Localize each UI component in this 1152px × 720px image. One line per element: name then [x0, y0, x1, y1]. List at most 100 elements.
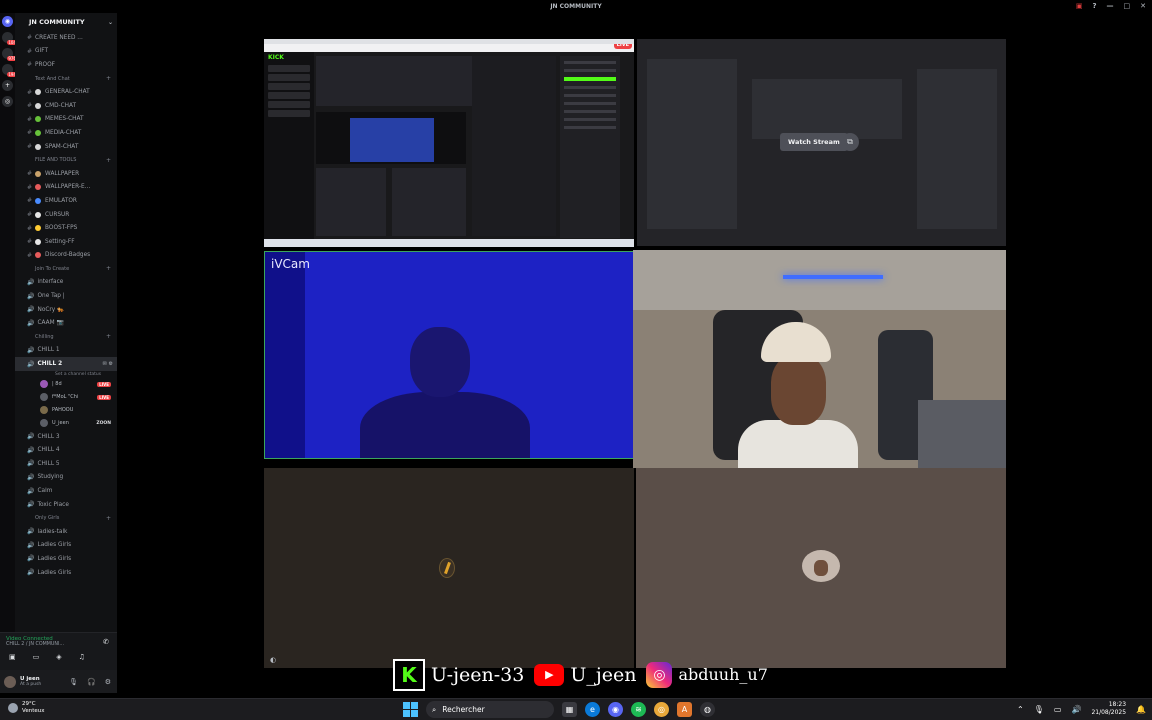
channel-item[interactable]: 🔊 One Tap |	[15, 289, 117, 303]
clock[interactable]: 18:23 21/08/2025	[1091, 701, 1126, 717]
server-icon[interactable]: 194	[2, 64, 17, 77]
maximize-button[interactable]: □	[1124, 2, 1131, 10]
discord-home-icon[interactable]: ◉	[2, 16, 13, 27]
channel-item[interactable]: # CREATE NEED ...	[15, 31, 117, 45]
voice-channel-chill-2[interactable]: 🔊 CHILL 2 ✉ ⚙	[15, 357, 117, 371]
search-input[interactable]: ⌕ Rechercher	[426, 701, 554, 718]
explore-icon[interactable]: ◎	[2, 96, 13, 107]
channel-item[interactable]: # Discord-Badges	[15, 249, 117, 263]
server-header[interactable]: JN COMMUNITY ⌄	[15, 13, 117, 31]
close-button[interactable]: ✕	[1140, 2, 1146, 10]
channel-item[interactable]: 🔊 Ladies Girls	[15, 552, 117, 566]
server-icon[interactable]: 976	[2, 48, 17, 61]
server-icon[interactable]: 104	[2, 32, 17, 45]
channel-item[interactable]: # WALLPAPER-E...	[15, 181, 117, 195]
soundboard-icon[interactable]: ◐	[270, 656, 276, 664]
add-channel-icon[interactable]: +	[106, 515, 111, 522]
volume-icon[interactable]: 🔊	[1071, 705, 1081, 714]
category-chilling[interactable]: Chilling +	[15, 330, 117, 344]
disconnect-icon[interactable]: ✆	[103, 638, 109, 646]
watch-stream-button[interactable]: Watch Stream	[780, 133, 848, 151]
microphone-icon[interactable]: 🎙	[1034, 705, 1044, 714]
edge-icon[interactable]: e	[585, 702, 600, 717]
channel-item[interactable]: 🔊 NoCry 🐅	[15, 303, 117, 317]
obs-icon[interactable]: ◍	[700, 702, 715, 717]
gear-icon[interactable]: ⚙	[105, 678, 111, 686]
voice-user[interactable]: | 8d LIVE	[15, 378, 117, 391]
category-only-girls[interactable]: Only Girls +	[15, 511, 117, 525]
screen-share-tile[interactable]: LIVE KICK	[264, 39, 634, 247]
channel-item[interactable]: # WALLPAPER	[15, 167, 117, 181]
network-icon[interactable]: ▭	[1054, 705, 1062, 714]
channel-item[interactable]: 🔊 Toxic Place	[15, 498, 117, 512]
app-icon[interactable]: A	[677, 702, 692, 717]
channel-item[interactable]: 🔊 CAAM 📷	[15, 316, 117, 330]
camera-icon[interactable]: ▣	[9, 653, 16, 661]
chevron-down-icon[interactable]: ⌄	[108, 19, 113, 26]
channel-item[interactable]: # EMULATOR	[15, 194, 117, 208]
category-join-to-create[interactable]: Join To Create +	[15, 262, 117, 276]
live-badge: LIVE	[97, 381, 111, 387]
channel-item[interactable]: # Setting-FF	[15, 235, 117, 249]
add-channel-icon[interactable]: +	[106, 157, 111, 164]
microphone-icon[interactable]: 🎙	[69, 678, 78, 686]
headphones-icon[interactable]: 🎧	[87, 678, 96, 686]
soundboard-icon[interactable]: ♫	[79, 653, 85, 661]
weather-widget[interactable]: 29°C Venteux	[8, 701, 45, 715]
webcam-video-tile[interactable]	[633, 250, 1006, 468]
channel-status[interactable]: Set a channel status	[15, 371, 117, 378]
shared-row	[268, 83, 310, 90]
channel-item[interactable]: 🔊 CHILL 4	[15, 443, 117, 457]
channel-item[interactable]: 🔊 CHILL 5	[15, 457, 117, 471]
help-icon[interactable]: ?	[1092, 2, 1096, 10]
add-channel-icon[interactable]: +	[106, 265, 111, 272]
channel-item[interactable]: # CMD-CHAT	[15, 99, 117, 113]
channel-item[interactable]: 🔊 Ladies Girls	[15, 566, 117, 580]
activity-icon[interactable]: ◈	[56, 653, 61, 661]
channel-item[interactable]: 🔊 Ladies Girls	[15, 539, 117, 553]
channel-item[interactable]: # CURSUR	[15, 208, 117, 222]
channel-item[interactable]: 🔊 Studying	[15, 471, 117, 485]
chevron-up-icon[interactable]: ⌃	[1017, 705, 1024, 714]
channel-label: CHILL 4	[37, 447, 60, 454]
minimize-button[interactable]: —	[1107, 2, 1114, 10]
channel-item[interactable]: # MEMES-CHAT	[15, 113, 117, 127]
add-channel-icon[interactable]: +	[106, 75, 111, 82]
add-channel-icon[interactable]: +	[106, 333, 111, 340]
add-server-icon[interactable]: +	[2, 80, 13, 91]
channel-item[interactable]: # SPAM-CHAT	[15, 140, 117, 154]
avatar[interactable]	[4, 675, 16, 688]
channel-item[interactable]: 🔊 CHILL 3	[15, 430, 117, 444]
channel-item[interactable]: # BOOST-FPS	[15, 221, 117, 235]
channel-item[interactable]: 🔊 CHILL 1	[15, 344, 117, 358]
popout-icon[interactable]: ⧉	[841, 133, 859, 151]
channel-item[interactable]: # PROOF	[15, 58, 117, 72]
participant-tile[interactable]: ◐	[264, 468, 634, 668]
ivcam-video-tile[interactable]: iVCam	[264, 251, 634, 459]
shared-row	[268, 101, 310, 108]
category-file-and-tools[interactable]: FILE AND TOOLS +	[15, 153, 117, 167]
notification-icon[interactable]: 🔔	[1136, 705, 1146, 714]
voice-user[interactable]: U_jeen ZOON	[15, 417, 117, 430]
channel-item[interactable]: 🔊 interface	[15, 276, 117, 290]
channel-item[interactable]: # MEDIA-CHAT	[15, 126, 117, 140]
spotify-icon[interactable]: ≋	[631, 702, 646, 717]
channel-item[interactable]: # GENERAL-CHAT	[15, 85, 117, 99]
category-text-and-chat[interactable]: Text And Chat +	[15, 72, 117, 86]
participant-tile[interactable]	[636, 468, 1006, 668]
voice-user[interactable]: PAHOOU	[15, 404, 117, 417]
weather-icon	[8, 703, 18, 713]
voice-user[interactable]: f*MoL "Chi LIVE	[15, 391, 117, 404]
start-button[interactable]	[403, 702, 418, 717]
discord-icon[interactable]: ◉	[608, 702, 623, 717]
screen-share-icon[interactable]: ▭	[33, 653, 40, 661]
channel-settings-icon[interactable]: ✉ ⚙	[103, 361, 113, 367]
channel-item[interactable]: 🔊 ladies-talk	[15, 525, 117, 539]
chrome-icon[interactable]: ◎	[654, 702, 669, 717]
channel-item[interactable]: # GIFT	[15, 45, 117, 59]
channel-item[interactable]: 🔊 Calm	[15, 484, 117, 498]
stream-preview-tile[interactable]: Watch Stream ⧉	[637, 39, 1006, 246]
file-explorer-icon[interactable]: ▦	[562, 702, 577, 717]
shared-panel	[316, 168, 386, 236]
inbox-icon[interactable]: ▣	[1076, 2, 1083, 10]
